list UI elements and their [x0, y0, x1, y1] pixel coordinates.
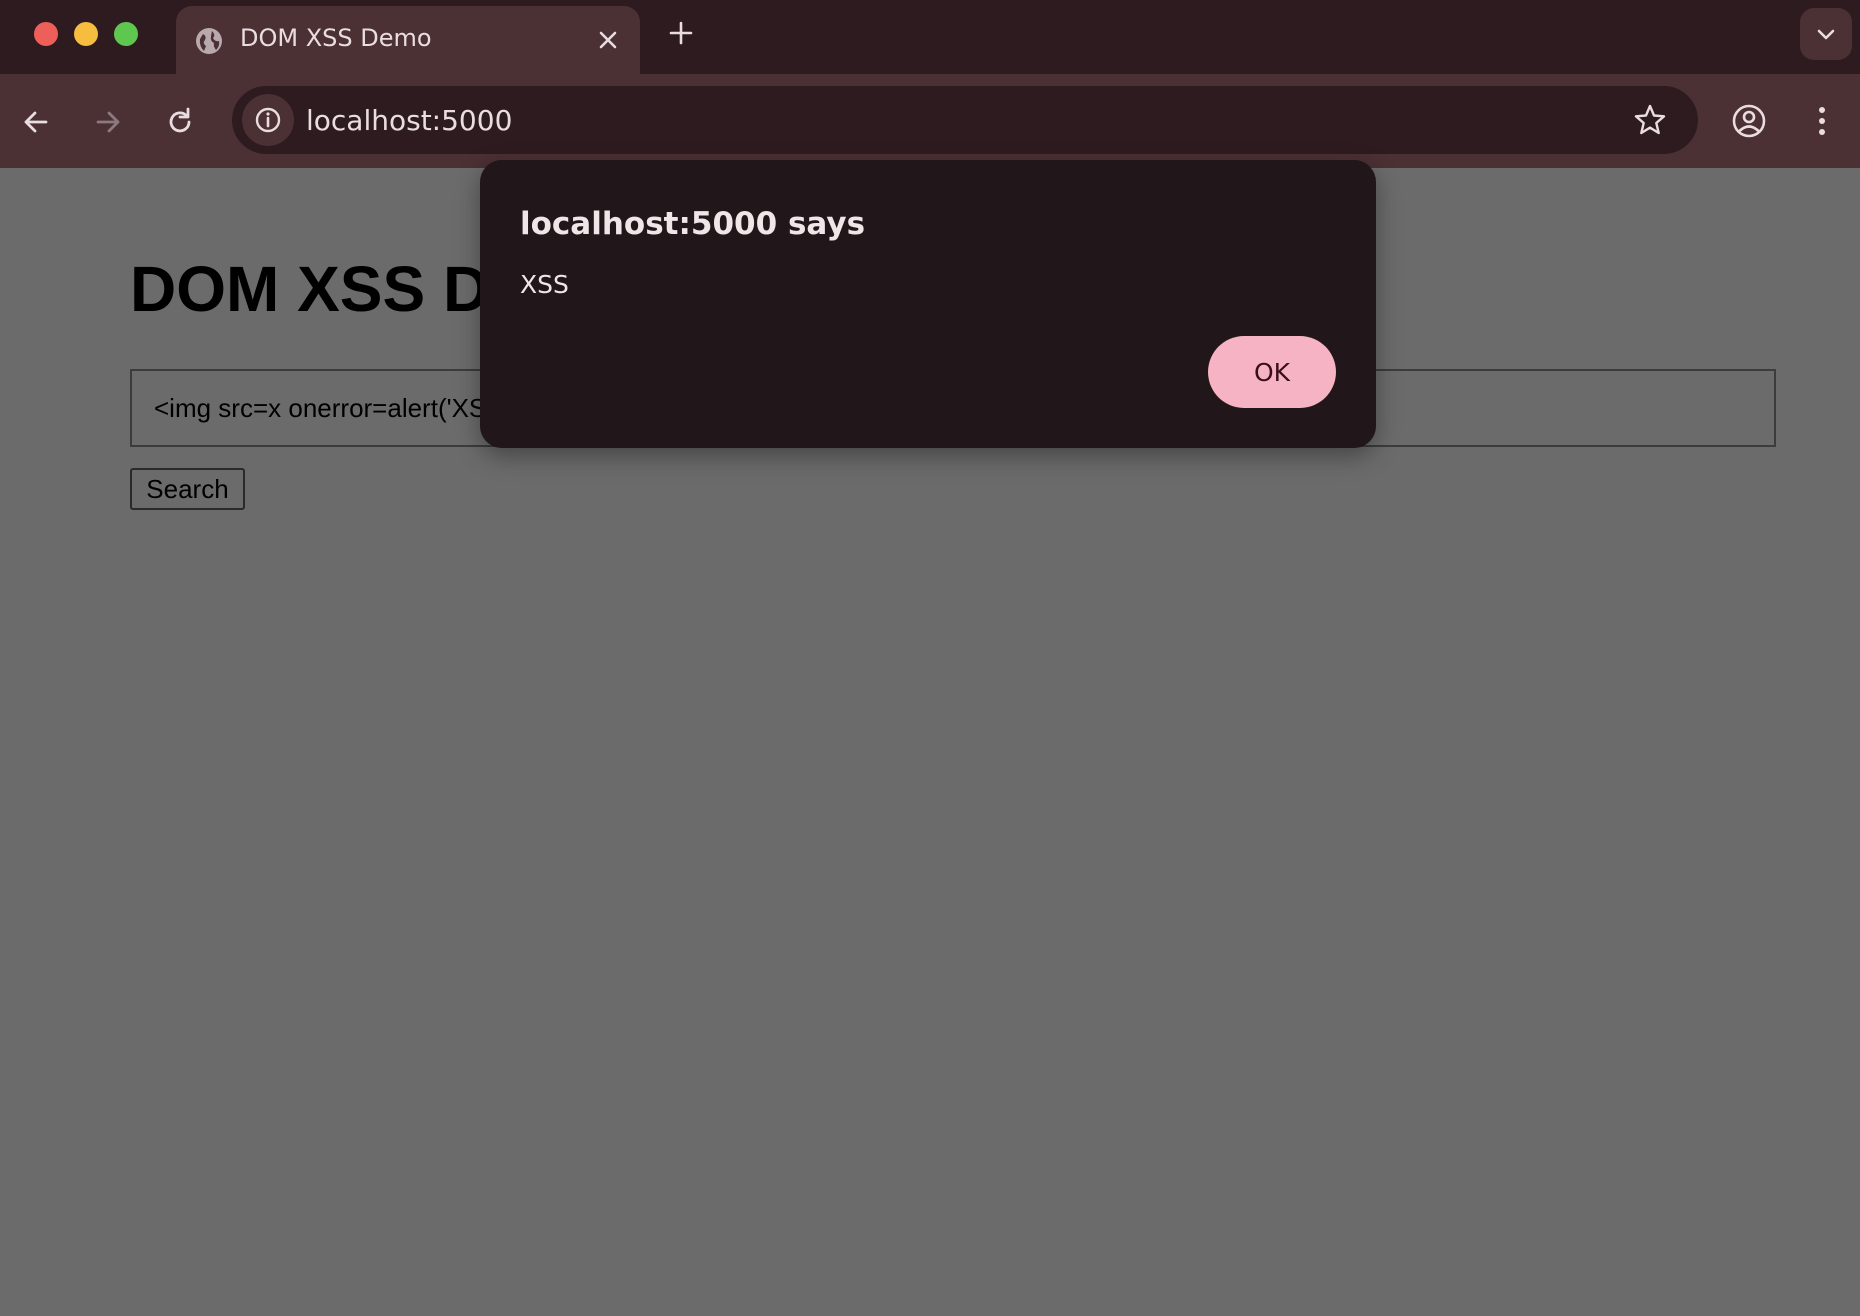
info-icon: [255, 107, 281, 133]
reload-icon[interactable]: [162, 104, 198, 140]
window-close-button[interactable]: [34, 22, 58, 46]
address-bar[interactable]: localhost:5000: [232, 86, 1698, 154]
new-tab-icon[interactable]: [666, 18, 696, 48]
ok-button[interactable]: OK: [1208, 336, 1336, 408]
tab-title: DOM XSS Demo: [240, 24, 432, 52]
window-minimize-button[interactable]: [74, 22, 98, 46]
active-tab[interactable]: DOM XSS Demo: [176, 6, 640, 74]
alert-dialog: localhost:5000 says XSS OK: [480, 160, 1376, 448]
tab-search-button[interactable]: [1800, 8, 1852, 60]
url-text[interactable]: localhost:5000: [306, 104, 512, 137]
window-maximize-button[interactable]: [114, 22, 138, 46]
back-arrow-icon[interactable]: [18, 104, 54, 140]
forward-arrow-icon[interactable]: [90, 104, 126, 140]
tab-strip: DOM XSS Demo: [0, 0, 1860, 74]
profile-icon[interactable]: [1730, 102, 1768, 140]
bookmark-star-icon[interactable]: [1632, 102, 1668, 138]
dialog-message: XSS: [520, 270, 569, 299]
search-button[interactable]: Search: [130, 468, 245, 510]
more-vertical-icon[interactable]: [1808, 102, 1836, 140]
dialog-title: localhost:5000 says: [520, 206, 866, 242]
chevron-down-icon: [1817, 29, 1835, 40]
globe-icon: [196, 28, 222, 54]
site-info-button[interactable]: [242, 94, 294, 146]
close-icon[interactable]: [594, 26, 622, 54]
